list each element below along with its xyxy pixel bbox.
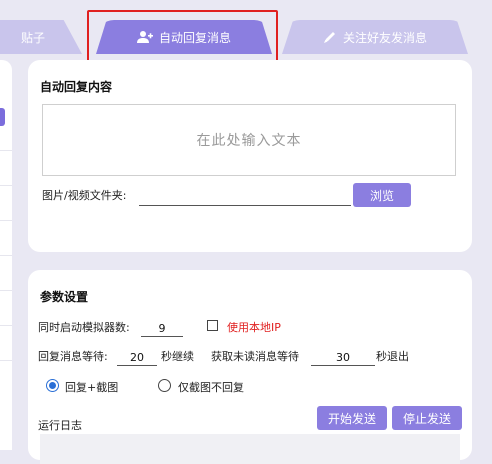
left-panel-divider	[0, 360, 12, 361]
left-panel-divider	[0, 290, 12, 291]
media-folder-label: 图片/视频文件夹:	[42, 189, 127, 202]
params-card: 参数设置 同时启动模拟器数: 使用本地IP 回复消息等待: 秒继续 获取未读消息…	[28, 270, 472, 464]
tab-auto-reply[interactable]: 自动回复消息	[96, 20, 272, 54]
fetch-wait-label: 获取未读消息等待	[211, 350, 299, 363]
reply-wait-input[interactable]	[117, 349, 157, 366]
reply-text-placeholder: 在此处输入文本	[196, 133, 302, 149]
reply-wait-suffix: 秒继续	[161, 350, 194, 363]
left-panel-divider	[0, 150, 12, 151]
reply-wait-label: 回复消息等待:	[38, 350, 108, 363]
start-send-button[interactable]: 开始发送	[317, 406, 387, 430]
mode-radio-screenshot-only[interactable]	[158, 379, 171, 392]
stop-send-button[interactable]: 停止发送	[392, 406, 462, 430]
browse-button[interactable]: 浏览	[353, 183, 411, 207]
tab-posts[interactable]: 贴子	[0, 20, 82, 54]
fetch-wait-suffix: 秒退出	[376, 350, 409, 363]
use-local-ip-checkbox[interactable]	[207, 320, 218, 331]
log-area[interactable]	[40, 434, 460, 464]
media-folder-input[interactable]	[139, 189, 351, 206]
tab-follow-message[interactable]: 关注好友发消息	[282, 20, 468, 54]
left-panel-divider	[0, 220, 12, 221]
mode-radio-reply-screenshot[interactable]	[46, 379, 59, 392]
emulators-label: 同时启动模拟器数:	[38, 321, 130, 334]
mode-reply-screenshot-label: 回复+截图	[65, 381, 119, 394]
tab-follow-message-label: 关注好友发消息	[342, 30, 427, 45]
left-panel-divider	[0, 185, 12, 186]
tab-posts-label: 贴子	[20, 30, 45, 45]
left-panel-accent	[0, 108, 5, 126]
emulators-input[interactable]	[141, 320, 183, 337]
fetch-wait-input[interactable]	[311, 349, 375, 366]
reply-content-title: 自动回复内容	[40, 80, 113, 94]
tab-auto-reply-label: 自动回复消息	[158, 30, 231, 45]
reply-content-card: 自动回复内容 在此处输入文本 图片/视频文件夹: 浏览	[28, 60, 472, 252]
reply-text-input[interactable]: 在此处输入文本	[42, 104, 456, 176]
left-panel-divider	[0, 255, 12, 256]
params-title: 参数设置	[40, 290, 89, 304]
use-local-ip-label: 使用本地IP	[227, 321, 281, 334]
mode-screenshot-only-label: 仅截图不回复	[178, 381, 244, 394]
pencil-icon	[323, 32, 335, 43]
add-user-icon	[136, 31, 153, 43]
log-label: 运行日志	[38, 419, 82, 432]
left-panel-divider	[0, 325, 12, 326]
